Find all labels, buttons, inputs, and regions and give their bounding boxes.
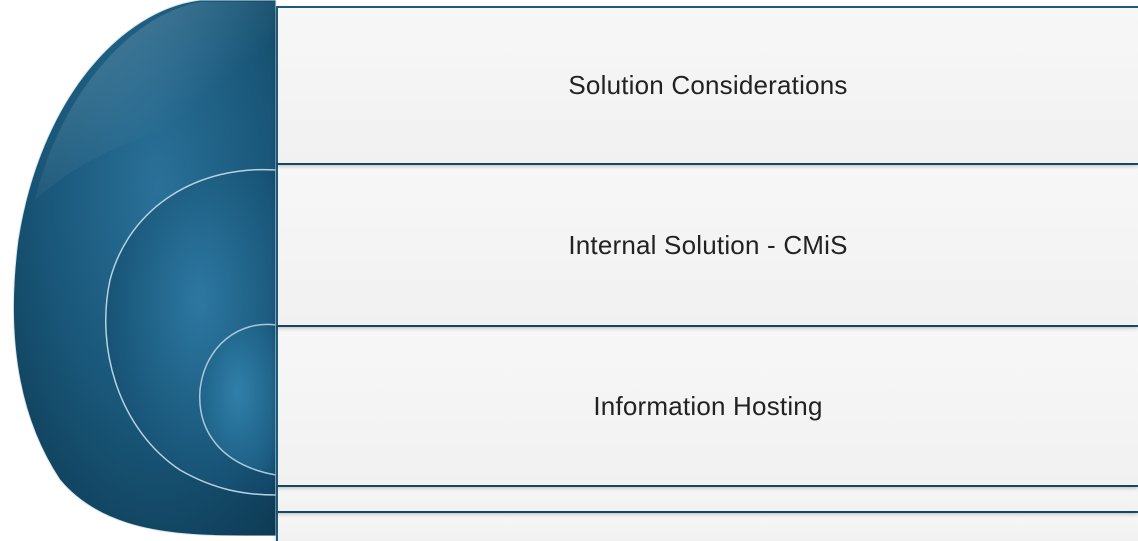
list-item-blank-1 bbox=[276, 485, 1138, 511]
list-item-information-hosting: Information Hosting bbox=[276, 325, 1138, 485]
list-item-blank-2 bbox=[276, 511, 1138, 541]
list-item-label: Information Hosting bbox=[593, 390, 823, 421]
list-item-internal-solution: Internal Solution - CMiS bbox=[276, 163, 1138, 325]
list-item-label: Internal Solution - CMiS bbox=[568, 229, 848, 260]
nested-arc-list-diagram: Solution Considerations Internal Solutio… bbox=[0, 0, 1138, 541]
list-item-solution-considerations: Solution Considerations bbox=[276, 6, 1138, 163]
list-item-label: Solution Considerations bbox=[568, 70, 848, 100]
